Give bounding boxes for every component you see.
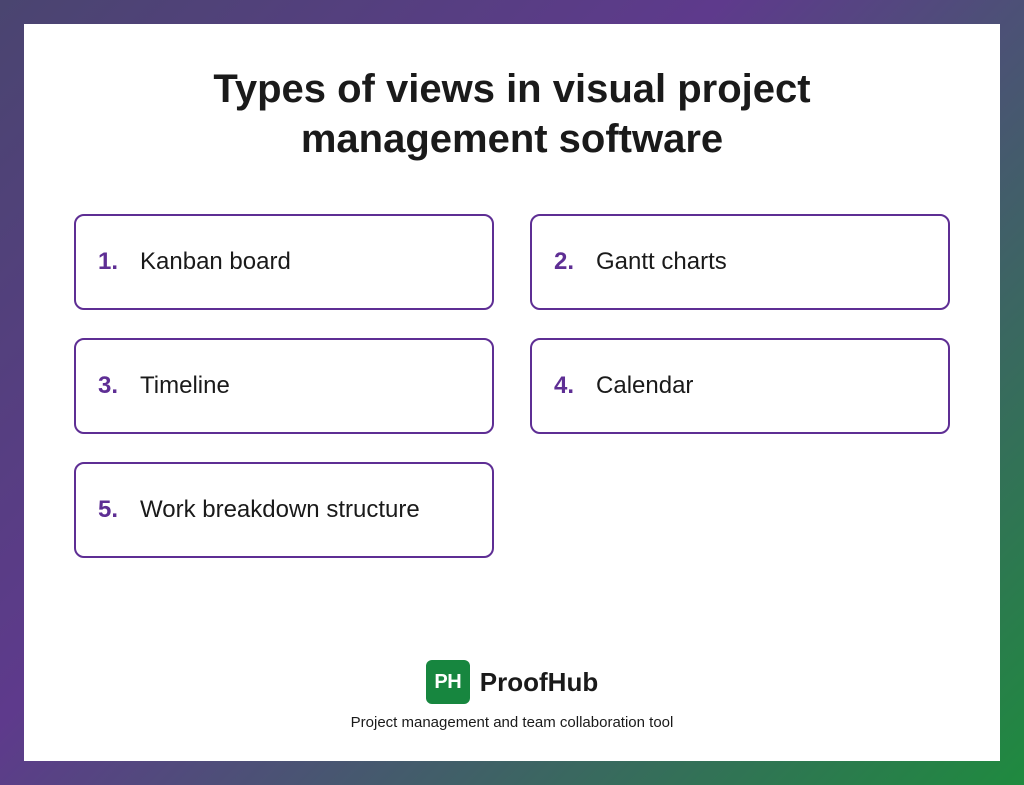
brand-tagline: Project management and team collaboratio…	[351, 714, 674, 731]
brand-row: PH ProofHub	[426, 660, 598, 704]
item-number: 1.	[98, 248, 118, 276]
brand-name: ProofHub	[480, 667, 598, 698]
footer: PH ProofHub Project management and team …	[74, 660, 950, 731]
proofhub-logo-icon: PH	[426, 660, 470, 704]
item-number: 3.	[98, 372, 118, 400]
view-card-gantt: 2. Gantt charts	[530, 214, 950, 310]
page-title: Types of views in visual project managem…	[152, 64, 872, 164]
view-card-kanban: 1. Kanban board	[74, 214, 494, 310]
item-label: Work breakdown structure	[140, 495, 420, 525]
item-number: 5.	[98, 496, 118, 524]
view-card-timeline: 3. Timeline	[74, 338, 494, 434]
item-number: 4.	[554, 372, 574, 400]
item-number: 2.	[554, 248, 574, 276]
item-label: Gantt charts	[596, 247, 727, 277]
item-label: Calendar	[596, 371, 693, 401]
view-card-wbs: 5. Work breakdown structure	[74, 462, 494, 558]
content-frame: Types of views in visual project managem…	[24, 24, 1000, 761]
view-card-calendar: 4. Calendar	[530, 338, 950, 434]
views-grid: 1. Kanban board 2. Gantt charts 3. Timel…	[74, 214, 950, 558]
item-label: Timeline	[140, 371, 230, 401]
item-label: Kanban board	[140, 247, 291, 277]
